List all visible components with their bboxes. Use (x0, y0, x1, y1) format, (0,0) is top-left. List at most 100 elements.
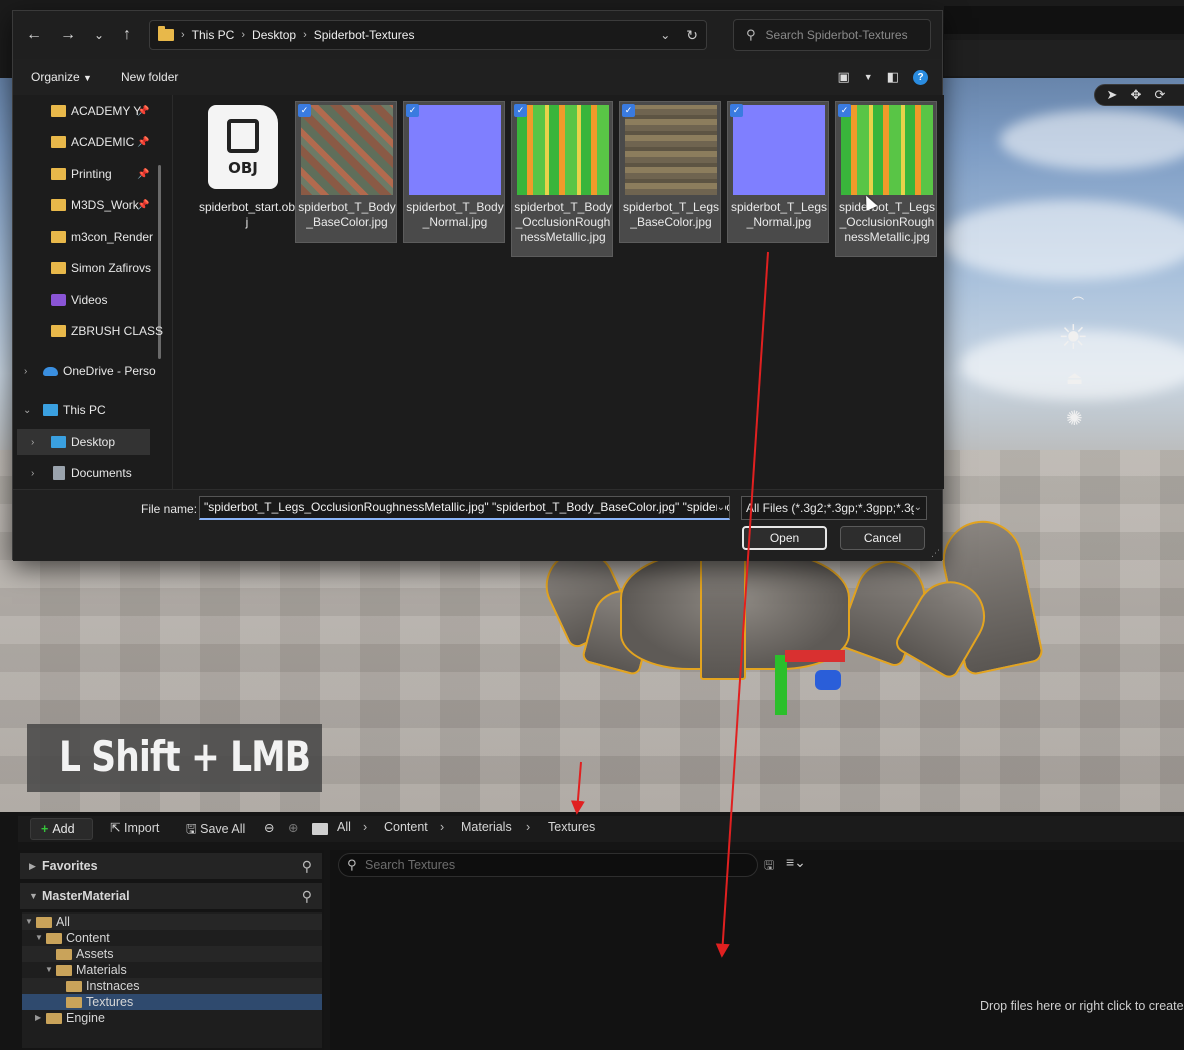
save-all-button[interactable]: 🖫 Save All (186, 820, 245, 841)
path-crumb-materials[interactable]: Materials (461, 820, 512, 834)
sky-atmosphere-icon[interactable]: ⏏ (1066, 368, 1083, 389)
translate-mode-icon[interactable]: ✥ (1127, 87, 1145, 103)
chevron-right-icon[interactable]: › (24, 366, 27, 377)
breadcrumb-this-pc[interactable]: This PC (192, 28, 235, 42)
asset-view[interactable]: ⚲ Search Textures 🖫 ≡⌄ Drop files here o… (330, 850, 1184, 1050)
tree-item-materials[interactable]: ▼ Materials (22, 962, 322, 978)
dialog-search-input[interactable]: ⚲ Search Spiderbot-Textures (733, 19, 931, 51)
cancel-button[interactable]: Cancel (840, 526, 925, 550)
file-name-input[interactable]: "spiderbot_T_Legs_OcclusionRoughnessMeta… (199, 496, 730, 520)
file-item-spiderbot-start-obj[interactable]: OBJ spiderbot_start.obj (195, 101, 297, 243)
sidebar-item-m3ds-work[interactable]: M3DS_Work 📌 (13, 192, 163, 218)
arrow-right-icon[interactable]: → (57, 24, 79, 46)
checkbox-checked-icon[interactable]: ✓ (514, 104, 527, 117)
preview-pane-icon[interactable]: ◧ (887, 69, 899, 85)
organize-button[interactable]: Organize ▼ (31, 70, 92, 84)
sidebar-item-printing[interactable]: Printing 📌 (13, 161, 163, 187)
checkbox-checked-icon[interactable]: ✓ (730, 104, 743, 117)
chevron-down-icon[interactable]: ⌄ (23, 405, 31, 416)
sidebar-item-videos[interactable]: Videos (13, 287, 163, 313)
change-view-icon[interactable]: ▣ (837, 69, 849, 85)
navigation-pane[interactable]: ACADEMY Y 📌 ACADEMIC 📌 Printing 📌 M3DS_W… (13, 95, 173, 489)
project-header[interactable]: ▼ MasterMaterial ⚲ (20, 883, 322, 909)
arrow-left-icon[interactable]: ← (23, 24, 45, 46)
tree-item-instnaces[interactable]: Instnaces (22, 978, 322, 994)
sky-light-icon[interactable]: ⌒ (1072, 294, 1084, 311)
file-item-body-normal[interactable]: ✓ spiderbot_T_Body_Normal.jpg (403, 101, 505, 243)
sidebar-item-academic[interactable]: ACADEMIC 📌 (13, 129, 163, 155)
help-icon[interactable]: ? (913, 69, 928, 85)
search-icon[interactable]: ⚲ (302, 883, 312, 909)
folder-icon (56, 949, 72, 960)
file-item-body-basecolor[interactable]: ✓ spiderbot_T_Body_BaseColor.jpg (295, 101, 397, 243)
directional-light-icon[interactable]: ☀ (1058, 318, 1088, 358)
address-bar[interactable]: › This PC › Desktop › Spiderbot-Textures… (149, 20, 707, 50)
select-mode-icon[interactable]: ➤ (1103, 87, 1121, 103)
new-folder-button[interactable]: New folder (121, 70, 178, 84)
documents-icon (53, 466, 65, 480)
refresh-icon[interactable]: ↻ (686, 27, 698, 44)
resize-grip-icon[interactable]: ⋰ (931, 548, 940, 559)
address-history-chevron-icon[interactable]: ⌄ (660, 28, 670, 42)
filter-icon[interactable]: ≡⌄ (786, 854, 806, 871)
breadcrumb-desktop[interactable]: Desktop (252, 28, 296, 42)
favorites-header[interactable]: ▶ Favorites ⚲ (20, 853, 322, 879)
path-crumb-content[interactable]: Content (384, 820, 428, 834)
gizmo-y-axis[interactable] (815, 670, 841, 690)
chevron-down-icon[interactable]: ▼ (45, 962, 53, 978)
chevron-down-icon[interactable]: ▼ (864, 72, 873, 82)
breadcrumb-spiderbot-textures[interactable]: Spiderbot-Textures (314, 28, 415, 42)
tree-item-all[interactable]: ▼ All (22, 914, 322, 930)
sidebar-item-zbrush-class[interactable]: ZBRUSH CLASS (13, 318, 163, 344)
file-list[interactable]: OBJ spiderbot_start.obj ✓ spiderbot_T_Bo… (173, 95, 944, 489)
file-item-legs-basecolor[interactable]: ✓ spiderbot_T_Legs_BaseColor.jpg (619, 101, 721, 243)
tree-item-content[interactable]: ▼ Content (22, 930, 322, 946)
rotate-mode-icon[interactable]: ⟳ (1151, 87, 1169, 103)
open-button[interactable]: Open (742, 526, 827, 550)
file-item-legs-normal[interactable]: ✓ spiderbot_T_Legs_Normal.jpg (727, 101, 829, 243)
path-separator: › (440, 820, 445, 834)
chevron-down-icon[interactable]: ⌄ (88, 24, 110, 46)
sidebar-item-this-pc[interactable]: ⌄ This PC (13, 397, 163, 423)
sidebar-item-onedrive[interactable]: › OneDrive - Perso (13, 358, 163, 384)
chevron-down-icon[interactable]: ⌄ (716, 497, 725, 518)
search-icon[interactable]: ⚲ (302, 853, 312, 879)
keyboard-shortcut-overlay: L Shift + LMB (27, 724, 322, 792)
arrow-up-icon[interactable]: ↑ (116, 24, 138, 46)
file-item-body-orm[interactable]: ✓ spiderbot_T_Body_OcclusionRoughnessMet… (511, 101, 613, 257)
exponential-fog-icon[interactable]: ✺ (1066, 406, 1083, 431)
chevron-right-icon[interactable]: › (31, 437, 34, 448)
sidebar-item-simon-zafirovs[interactable]: Simon Zafirovs (13, 255, 163, 281)
tree-item-assets[interactable]: Assets (22, 946, 322, 962)
gizmo-z-axis[interactable] (775, 655, 787, 715)
folder-icon (51, 231, 66, 243)
sidebar-item-academy-y[interactable]: ACADEMY Y 📌 (13, 98, 163, 124)
tree-item-textures[interactable]: Textures (22, 994, 322, 1010)
file-type-filter[interactable]: All Files (*.3g2;*.3gp;*.3gpp;*.3g ⌄ (741, 496, 927, 520)
asset-search-input[interactable]: ⚲ Search Textures (338, 853, 758, 877)
checkbox-checked-icon[interactable]: ✓ (838, 104, 851, 117)
gizmo-x-axis[interactable] (785, 650, 845, 662)
save-search-icon[interactable]: 🖫 (764, 856, 774, 877)
sidebar-item-m3con-render[interactable]: m3con_Render (13, 224, 163, 250)
sidebar-item-desktop[interactable]: › Desktop (17, 429, 150, 455)
file-item-legs-orm[interactable]: ✓ spiderbot_T_Legs_OcclusionRoughnessMet… (835, 101, 937, 257)
folder-icon[interactable] (312, 823, 328, 835)
chevron-down-icon[interactable]: ▼ (25, 914, 33, 930)
path-crumb-textures[interactable]: Textures (548, 820, 595, 834)
sidebar-item-documents[interactable]: › Documents (13, 460, 163, 486)
import-button[interactable]: ⇱ Import (110, 820, 159, 835)
checkbox-checked-icon[interactable]: ✓ (622, 104, 635, 117)
chevron-down-icon[interactable]: ▼ (35, 930, 43, 946)
tree-item-engine[interactable]: ▶ Engine (22, 1010, 322, 1026)
chevron-right-icon[interactable]: › (31, 468, 34, 479)
chevron-right-icon[interactable]: ▶ (35, 1010, 41, 1026)
pin-icon: 📌 (137, 105, 150, 117)
history-back-icon[interactable]: ⊖ (264, 820, 274, 835)
path-crumb-all[interactable]: All (337, 820, 351, 834)
add-button[interactable]: + Add (30, 818, 93, 840)
checkbox-checked-icon[interactable]: ✓ (406, 104, 419, 117)
history-forward-icon[interactable]: ⊕ (288, 820, 298, 835)
checkbox-checked-icon[interactable]: ✓ (298, 104, 311, 117)
sky-cloud (940, 200, 1184, 280)
